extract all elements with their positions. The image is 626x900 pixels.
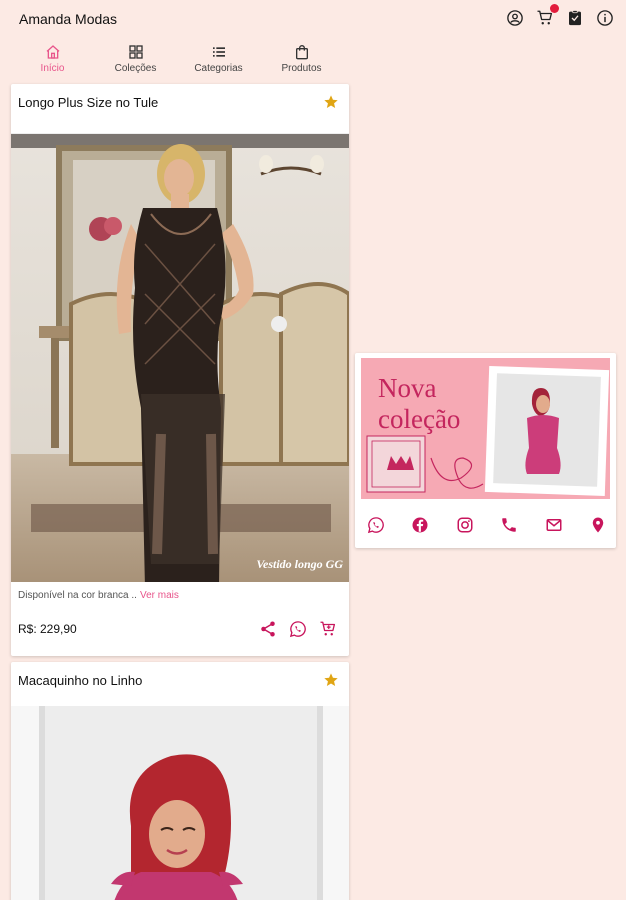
product-actions [259,620,337,638]
tab-produtos[interactable]: Produtos [260,44,343,78]
see-more-link[interactable]: Ver mais [140,590,179,601]
social-links [367,516,607,534]
grid-icon [128,44,144,60]
star-icon[interactable] [323,94,339,110]
banner-line-2: coleção [378,404,461,434]
app-title: Amanda Modas [19,11,118,27]
description-text: Disponível na cor branca .. [18,590,137,601]
tab-label: Categorias [194,63,243,74]
share-icon[interactable] [259,620,277,638]
email-icon[interactable] [545,516,563,534]
banner-line-1: Nova [378,373,437,403]
product-card[interactable]: Longo Plus Size no Tule Vestido longo GG… [11,84,349,656]
product-title: Longo Plus Size no Tule [18,95,159,110]
app-bar: Amanda Modas [0,0,626,40]
cart-icon[interactable] [536,4,559,27]
product-photo[interactable] [11,706,349,900]
product-description: Disponível na cor branca .. Ver mais [18,590,179,601]
product-price: R$: 229,90 [18,622,77,636]
tab-label: Produtos [281,63,322,74]
tab-categorias[interactable]: Categorias [177,44,260,78]
tab-inicio[interactable]: Início [11,44,94,78]
whatsapp-icon[interactable] [367,516,385,534]
phone-icon[interactable] [500,516,518,534]
promo-banner-card: Nova coleção [355,353,616,548]
image-caption: Vestido longo GG [256,557,343,571]
list-icon [211,44,227,60]
top-actions [506,4,614,27]
star-icon[interactable] [323,672,339,688]
promo-banner[interactable]: Nova coleção [361,358,610,499]
cart-icon[interactable] [319,620,337,638]
card-header: Macaquinho no Linho [11,662,349,712]
banner-headline: Nova coleção [378,373,460,435]
home-icon [45,44,61,60]
tab-colecoes[interactable]: Coleções [94,44,177,78]
facebook-icon[interactable] [411,516,429,534]
location-icon[interactable] [589,516,607,534]
info-icon[interactable] [596,9,614,27]
product-card[interactable]: Macaquinho no Linho [11,662,349,900]
shopping-bag-icon [294,44,310,60]
instagram-icon[interactable] [456,516,474,534]
tab-label: Coleções [114,63,157,74]
account-circle-icon[interactable] [506,9,524,27]
tab-label: Início [40,63,65,74]
nav-tabs: Início Coleções Categorias Produtos [11,44,349,78]
product-title: Macaquinho no Linho [18,673,143,688]
whatsapp-icon[interactable] [289,620,307,638]
card-header: Longo Plus Size no Tule [11,84,349,134]
product-photo[interactable]: Vestido longo GG [11,134,349,582]
cart-badge [550,4,559,13]
clipboard-icon[interactable] [566,9,584,27]
